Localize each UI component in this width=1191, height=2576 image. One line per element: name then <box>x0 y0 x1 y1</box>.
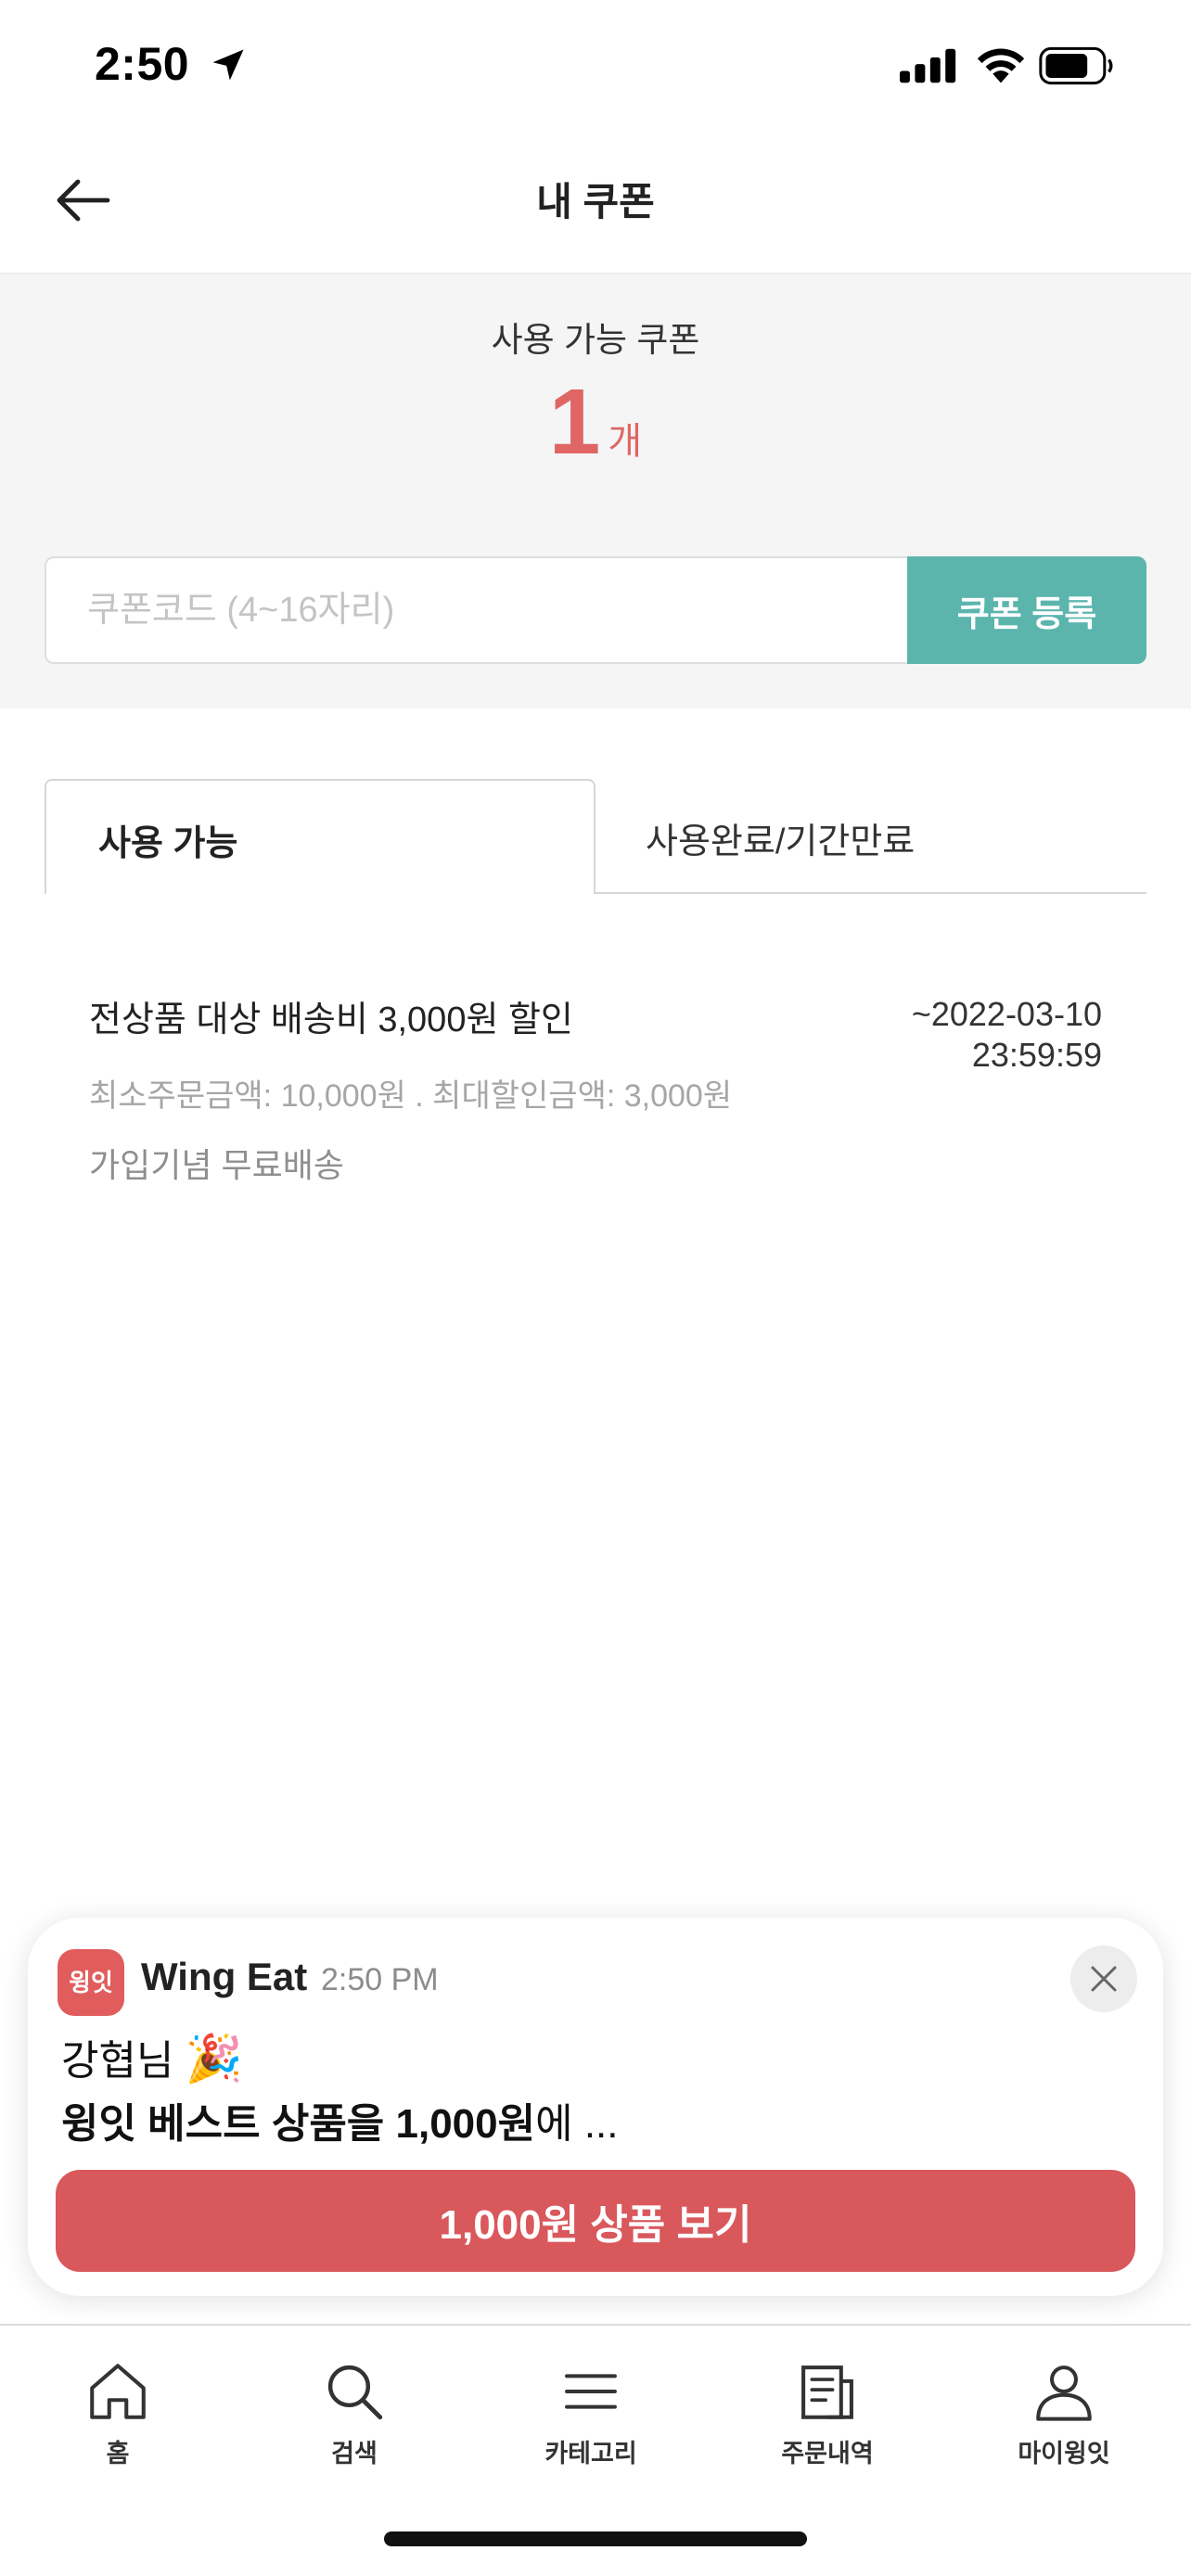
tab-used-expired-label: 사용완료/기간만료 <box>646 823 916 861</box>
notification-close-button[interactable] <box>1070 1945 1137 2012</box>
battery-icon <box>1039 46 1113 85</box>
coupon-title: 전상품 대상 배송비 3,000원 할인 <box>89 1001 573 1039</box>
notification-message-rest: 에 ... <box>535 2101 619 2147</box>
coupon-register-form: 쿠폰 등록 <box>45 556 1146 664</box>
notification-greeting: 강협님 🎉 <box>61 2027 243 2086</box>
tab-used-expired[interactable]: 사용완료/기간만료 <box>596 779 1146 894</box>
navigation-header: 내 쿠폰 <box>0 130 1191 274</box>
coupon-description: 가입기념 무료배송 <box>89 1146 344 1184</box>
nav-category[interactable]: 카테고리 <box>507 2357 674 2487</box>
status-time: 2:50 <box>95 38 190 90</box>
coupon-count-unit: 개 <box>608 421 643 462</box>
nav-my-wingeat[interactable]: 마이윙잇 <box>980 2357 1147 2487</box>
page-title: 내 쿠폰 <box>536 180 655 223</box>
notification-app-name: Wing Eat <box>141 1955 308 1998</box>
coupon-expiry-time: 23:59:59 <box>971 1036 1102 1074</box>
search-icon <box>327 2365 383 2420</box>
available-coupon-count: 1개 <box>0 369 1191 476</box>
nav-my-wingeat-label: 마이윙잇 <box>1018 2440 1110 2468</box>
coupon-expiry-date: ~2022-03-10 <box>911 995 1102 1033</box>
home-indicator[interactable] <box>384 2531 807 2546</box>
order-list-icon <box>801 2366 853 2419</box>
available-coupon-label: 사용 가능 쿠폰 <box>491 321 700 359</box>
nav-home-label: 홈 <box>106 2440 130 2468</box>
coupon-register-button[interactable]: 쿠폰 등록 <box>907 556 1146 664</box>
coupon-code-input[interactable] <box>45 556 909 664</box>
menu-icon <box>565 2374 617 2409</box>
nav-orders-label: 주문내역 <box>781 2440 874 2468</box>
profile-icon <box>1036 2366 1092 2421</box>
view-1000-won-products-button[interactable]: 1,000원 상품 보기 <box>56 2170 1135 2272</box>
nav-search-label: 검색 <box>331 2440 378 2468</box>
wifi-icon <box>977 48 1025 83</box>
notification-time: 2:50 PM <box>321 1962 439 1997</box>
notification-greeting-text: 강협님 <box>61 2038 174 2084</box>
status-bar: 2:50 <box>0 0 1191 130</box>
nav-home[interactable]: 홈 <box>34 2357 201 2487</box>
notification-message: 윙잇 베스트 상품을 1,000원에 ... <box>61 2090 619 2149</box>
coupon-conditions: 최소주문금액: 10,000원 . 최대할인금액: 3,000원 <box>89 1078 733 1114</box>
coupon-summary: 사용 가능 쿠폰 1개 쿠폰 등록 <box>0 274 1191 708</box>
coupon-tabs: 사용 가능 사용완료/기간만료 <box>45 779 1146 894</box>
cellular-signal-icon <box>900 48 956 83</box>
coupon-count-number: 1 <box>548 370 601 474</box>
close-icon <box>1091 1966 1117 1992</box>
push-notification-banner[interactable]: 윙잇 Wing Eat 2:50 PM 강협님 🎉 윙잇 베스트 상품을 1,0… <box>28 1918 1163 2296</box>
nav-search[interactable]: 검색 <box>271 2357 438 2487</box>
app-logo-icon: 윙잇 <box>58 1949 124 2016</box>
home-icon <box>90 2364 146 2419</box>
nav-orders[interactable]: 주문내역 <box>744 2357 911 2487</box>
coupon-expiry: ~2022-03-10 23:59:59 <box>912 994 1102 1076</box>
tab-available[interactable]: 사용 가능 <box>45 779 596 894</box>
nav-category-label: 카테고리 <box>544 2440 637 2468</box>
location-arrow-icon <box>212 49 244 81</box>
tab-available-label: 사용 가능 <box>98 824 238 863</box>
party-popper-icon: 🎉 <box>185 2033 243 2085</box>
notification-message-bold: 윙잇 베스트 상품을 1,000원 <box>61 2101 536 2147</box>
